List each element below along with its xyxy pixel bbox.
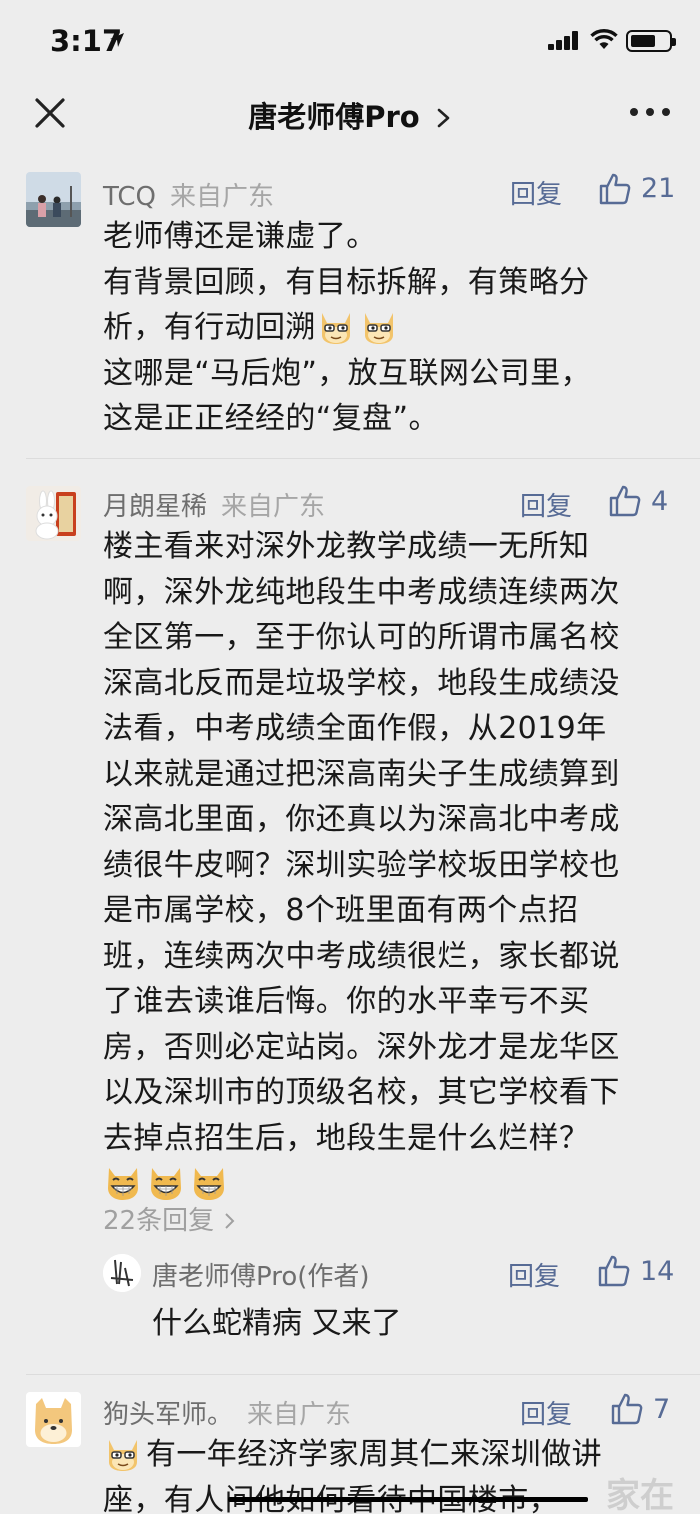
thumbs-up-icon[interactable] [610,1392,644,1426]
author-reply-text: 什么蛇精病 又来了 [152,1306,402,1341]
strikethrough-mark [228,1497,588,1502]
thumbs-up-icon[interactable] [608,484,642,518]
comment-line: 深高北反而是垃圾学校，地段生成绩没 [103,665,620,701]
comment-line: 啊，深外龙纯地段生中考成绩连续两次 [103,574,620,610]
comment-line: 有背景回顾，有目标拆解，有策略分 [103,264,590,300]
author-name: 月朗星稀 [103,492,208,522]
like-count: 21 [641,173,676,204]
avatar[interactable] [26,486,81,541]
watermark: 家在 [606,1476,674,1514]
grin-emoji-icon [194,1168,224,1200]
grin-emoji-icon [151,1168,181,1200]
avatar[interactable] [26,172,81,227]
comment-line: 绩很牛皮啊？深圳实验学校坂田学校也 [103,847,620,883]
chevron-right-icon [437,108,450,128]
replies-count: 22条回复 [103,1206,215,1236]
comment-line: 这是正正经经的“复盘”。 [103,401,439,436]
comment-author[interactable]: 狗头军师。 来自广东 [103,1394,351,1431]
page-title[interactable]: 唐老师傅Pro [0,94,700,136]
comment-line: 法看，中考成绩全面作假，从2019年 [103,711,607,746]
comment-line: 深高北里面，你还真以为深高北中考成 [103,802,620,837]
comment-line: 房，否则必定站岗。深外龙才是龙华区 [103,1029,620,1065]
comment-text: 楼主看来对深外龙教学成绩一无所知 啊，深外龙纯地段生中考成绩连续两次 全区第一，… [103,524,678,1207]
more-button[interactable] [630,96,670,130]
author-location: 来自广东 [169,182,274,212]
author-avatar[interactable] [103,1254,141,1292]
comment-line: 座，有人问他如何看待中国楼市， [103,1482,559,1514]
reply-button[interactable]: 回复 [508,1256,560,1293]
like-count: 14 [640,1256,675,1287]
nav-bar: 唐老师傅Pro [0,80,700,146]
reply-button[interactable]: 回复 [520,486,572,523]
grin-emoji-icon [108,1168,138,1200]
comment-text: 老师傅还是谦虚了。 有背景回顾，有目标拆解，有策略分 析，有行动回溯 这哪是“马… [103,214,678,442]
thumbs-up-icon[interactable] [598,172,632,206]
like-count: 4 [651,486,669,517]
comment-line: 了谁去读谁后悔。你的水平幸亏不买 [103,984,590,1019]
doge-emoji-icon [109,1440,137,1471]
chevron-right-icon [225,1213,235,1229]
comment-line-text: 有一年经济学家周其仁来深圳做讲 [146,1437,602,1472]
like-count: 7 [653,1394,671,1425]
reply-button[interactable]: 回复 [520,1394,572,1431]
comment-line: 楼主看来对深外龙教学成绩一无所知 [103,529,590,564]
author-reply-name[interactable]: 唐老师傅Pro(作者) [152,1256,370,1293]
comment-line: 去掉点招生后，地段生是什么烂样？ [103,1120,590,1156]
doge-emoji-icon [364,313,393,344]
page-title-text: 唐老师傅Pro [248,100,420,134]
avatar[interactable] [26,1392,81,1447]
comment-line: 老师傅还是谦虚了。 [103,219,377,254]
comment-line: 班，连续两次中考成绩很烂，家长都说 [103,938,620,974]
reply-button[interactable]: 回复 [510,174,562,211]
comment-line: 是市属学校，8个班里面有两个点招 [103,893,579,928]
divider [26,458,700,459]
author-location: 来自广东 [221,492,326,522]
comment-line: 以及深圳市的顶级名校，其它学校看下 [103,1075,620,1110]
author-name: TCQ [103,182,156,212]
thumbs-up-icon[interactable] [597,1254,631,1288]
comment-line: 以来就是通过把深高南尖子生成绩算到 [103,756,620,792]
view-replies-link[interactable]: 22条回复 [103,1200,236,1237]
signal-icon [548,30,582,50]
comment-line: 全区第一，至于你认可的所谓市属名校 [103,620,620,655]
comment-line: 有一年经济学家周其仁来深圳做讲 [103,1432,678,1478]
wifi-icon [590,29,618,49]
doge-emoji-icon [321,313,350,344]
comment-author[interactable]: TCQ 来自广东 [103,176,274,213]
comment-line-text: 析，有行动回溯 [103,310,316,345]
comment-line: 析，有行动回溯 [103,305,678,351]
location-arrow-icon [110,33,124,47]
status-bar: 3:17 [0,0,700,80]
comment-author[interactable]: 月朗星稀 来自广东 [103,486,325,523]
divider [26,1374,700,1375]
author-name: 狗头军师。 [103,1400,234,1430]
author-location: 来自广东 [247,1400,352,1430]
battery-icon [626,30,676,52]
comment-line: 这哪是“马后炮”，放互联网公司里， [103,355,591,391]
